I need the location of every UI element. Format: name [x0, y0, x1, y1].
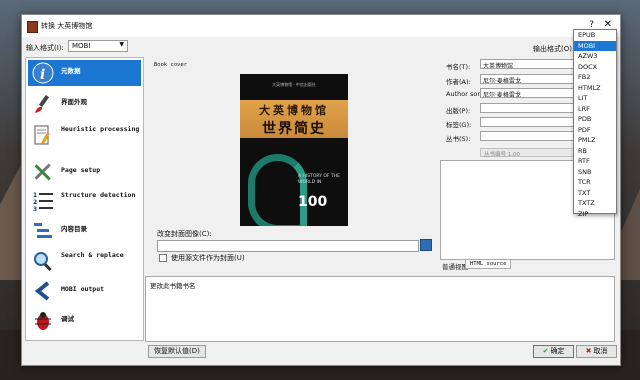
ok-label: 确定: [550, 347, 565, 355]
sidebar-item-label: Page setup: [61, 166, 101, 174]
dropdown-option[interactable]: TXTZ: [574, 198, 616, 209]
output-format-dropdown-list: EPUB MOBI AZW3 DOCX FB2 HTMLZ LIT LRF PD…: [573, 29, 617, 218]
series-label: 丛书(S):: [446, 135, 471, 143]
input-format-value: MOBI: [72, 42, 91, 50]
cancel-button[interactable]: ✖ 取消: [576, 345, 617, 358]
sidebar-item-label: Structure detection: [61, 191, 136, 199]
svg-text:1: 1: [33, 192, 37, 199]
sidebar-item-metadata[interactable]: i 元数据: [28, 60, 141, 86]
use-source-cover-label: 使用源文件作为封面(U): [171, 254, 245, 262]
publisher-field[interactable]: [480, 103, 577, 113]
sidebar-item-label: 内容目录: [61, 225, 87, 233]
sidebar-item-mobi-output[interactable]: MOBI output: [28, 278, 141, 304]
series-number-field[interactable]: 丛书编号 1.00: [480, 148, 577, 158]
cover-english-subtitle: A HISTORY OF THE WORLD IN: [298, 174, 340, 185]
chevron-down-icon: ▼: [119, 41, 124, 48]
wrench-screwdriver-icon: [34, 163, 51, 181]
dropdown-option[interactable]: TCR: [574, 177, 616, 188]
publisher-label: 出版(P):: [446, 107, 471, 115]
sidebar-item-label: Heuristic processing: [61, 125, 140, 133]
chevron-left-icon: [34, 281, 50, 301]
sidebar-item-label: 元数据: [61, 67, 81, 75]
dropdown-option[interactable]: SNB: [574, 167, 616, 178]
summary-text: 更改此书籍书名: [150, 282, 196, 290]
cancel-label: 取消: [593, 347, 608, 355]
dropdown-option-selected[interactable]: MOBI: [574, 40, 616, 51]
input-format-label: 输入格式(I):: [26, 44, 64, 52]
output-format-label: 输出格式(O):: [533, 45, 575, 53]
author-label: 作者(A):: [446, 78, 471, 86]
ok-button[interactable]: ✔ 确定: [533, 345, 574, 358]
app-icon: [27, 21, 38, 33]
svg-text:i: i: [40, 67, 45, 83]
input-format-select[interactable]: MOBI ▼: [68, 40, 128, 52]
author-field[interactable]: 尼尔·麦格雷戈: [480, 74, 577, 84]
author-sort-field[interactable]: 尼尔·麦格雷戈: [480, 88, 577, 98]
cover-title-line2: 世界简史: [262, 121, 326, 137]
series-field[interactable]: [480, 131, 577, 141]
dropdown-option[interactable]: LIT: [574, 93, 616, 104]
title-label: 书名(T):: [446, 63, 471, 71]
dropdown-option[interactable]: ZIP: [574, 209, 616, 220]
settings-sidebar: i 元数据 界面外观 Heuristic processing Page set…: [25, 57, 144, 341]
dropdown-option[interactable]: PDF: [574, 125, 616, 136]
serpent-sculpture-image: [248, 154, 307, 226]
dropdown-option[interactable]: EPUB: [574, 30, 616, 41]
title-bar[interactable]: 转换 大英博物馆 ? ✕: [22, 15, 620, 37]
tags-label: 标签(G):: [446, 121, 472, 129]
tags-field[interactable]: [480, 117, 577, 127]
svg-text:3: 3: [33, 206, 37, 212]
tab-html-source[interactable]: HTML source: [465, 259, 512, 269]
sidebar-item-label: 界面外观: [61, 98, 87, 106]
dropdown-option[interactable]: LRF: [574, 104, 616, 115]
checkmark-icon: ✔: [542, 347, 549, 355]
dropdown-option[interactable]: DOCX: [574, 62, 616, 73]
dropdown-option[interactable]: AZW3: [574, 51, 616, 62]
sidebar-item-search-replace[interactable]: Search & replace: [28, 248, 141, 274]
dropdown-option[interactable]: FB2: [574, 72, 616, 83]
sidebar-item-label: 调试: [61, 315, 74, 323]
document-pencil-icon: [34, 125, 50, 145]
book-cover-image: 大英博物馆 · 中信出版社 大英博物馆 世界简史 A HISTORY OF TH…: [240, 74, 348, 226]
dropdown-option[interactable]: HTMLZ: [574, 83, 616, 94]
book-cover-label: Book cover: [154, 62, 188, 68]
sidebar-item-heuristic[interactable]: Heuristic processing: [28, 122, 141, 148]
numbered-list-icon: 1 2 3: [33, 192, 53, 212]
sidebar-item-label: MOBI output: [61, 285, 105, 293]
use-source-cover-row[interactable]: 使用源文件作为封面(U): [159, 253, 245, 263]
sidebar-item-look-feel[interactable]: 界面外观: [28, 91, 141, 117]
cover-number: 100: [298, 194, 328, 210]
change-cover-label: 改变封面图像(C):: [157, 230, 212, 238]
sidebar-item-page-setup[interactable]: Page setup: [28, 159, 141, 185]
toc-icon: [34, 223, 52, 238]
cover-title-line1: 大英博物馆: [259, 104, 329, 117]
sidebar-item-structure[interactable]: 1 2 3 Structure detection: [28, 188, 141, 214]
bug-icon: [35, 312, 51, 330]
sidebar-item-toc[interactable]: 内容目录: [28, 218, 141, 244]
use-source-cover-checkbox[interactable]: [159, 254, 167, 262]
summary-panel: 更改此书籍书名: [145, 276, 615, 342]
dropdown-option[interactable]: PDB: [574, 114, 616, 125]
dropdown-option[interactable]: TXT: [574, 188, 616, 199]
author-sort-label: Author sort:: [446, 90, 485, 98]
browse-folder-button[interactable]: [420, 239, 432, 251]
dropdown-option[interactable]: RTF: [574, 156, 616, 167]
convert-dialog: 转换 大英博物馆 ? ✕ 输入格式(I): MOBI ▼ 输出格式(O): i …: [21, 14, 621, 366]
sidebar-item-label: Search & replace: [61, 251, 124, 259]
svg-text:2: 2: [33, 199, 37, 206]
cover-publisher-text: 大英博物馆 · 中信出版社: [272, 82, 316, 87]
dropdown-option[interactable]: PMLZ: [574, 135, 616, 146]
magnifier-icon: [34, 252, 52, 271]
dropdown-option[interactable]: RB: [574, 146, 616, 157]
cover-path-input[interactable]: [157, 240, 419, 252]
sidebar-item-debug[interactable]: 调试: [28, 308, 141, 334]
window-title: 转换 大英博物馆: [41, 22, 93, 30]
title-field[interactable]: 大英博物馆: [480, 59, 577, 69]
restore-defaults-button[interactable]: 恢复默认值(D): [148, 345, 206, 358]
cancel-x-icon: ✖: [585, 347, 592, 355]
paintbrush-icon: [35, 94, 50, 113]
info-icon: i: [32, 62, 54, 84]
